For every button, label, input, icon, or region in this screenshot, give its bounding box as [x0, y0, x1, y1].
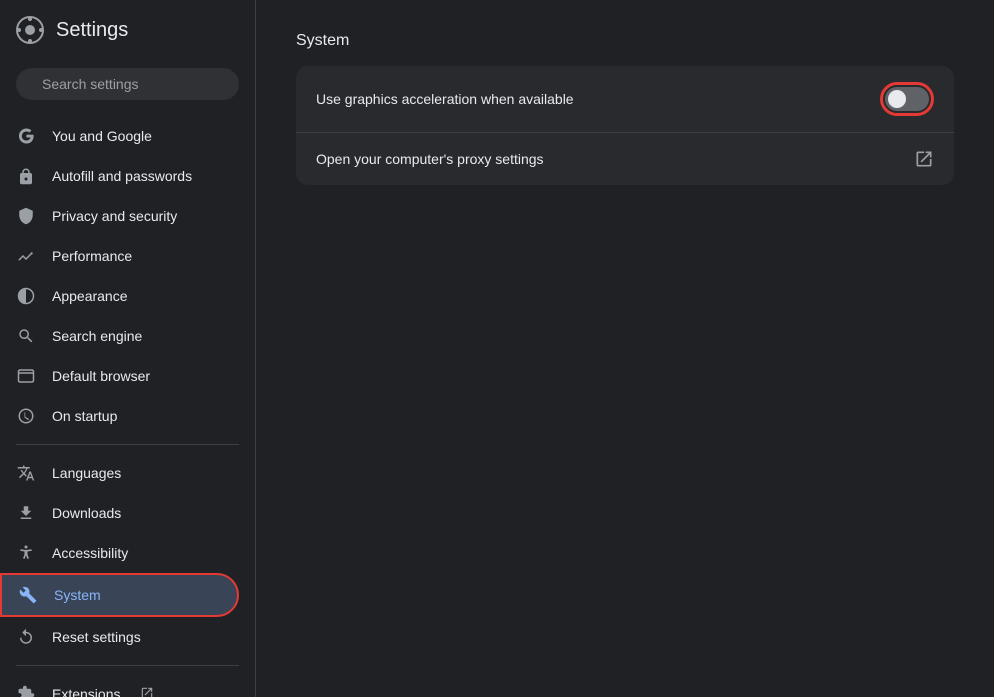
- sidebar-item-label: Extensions: [52, 686, 120, 697]
- sidebar-item-label: Search engine: [52, 328, 142, 344]
- default-browser-icon: [16, 366, 36, 386]
- search-bar-container: [0, 60, 255, 116]
- external-link-icon: [914, 149, 934, 169]
- languages-icon: [16, 463, 36, 483]
- sidebar-item-privacy[interactable]: Privacy and security: [0, 196, 239, 236]
- external-link-small-icon: [140, 686, 154, 697]
- settings-logo-icon: [16, 16, 44, 44]
- toggle-slider: [885, 87, 929, 111]
- sidebar-item-extensions[interactable]: Extensions: [0, 674, 239, 697]
- sidebar-item-performance[interactable]: Performance: [0, 236, 239, 276]
- google-icon: [16, 126, 36, 146]
- sidebar-item-languages[interactable]: Languages: [0, 453, 239, 493]
- graphics-acceleration-label: Use graphics acceleration when available: [316, 91, 574, 107]
- extensions-icon: [16, 684, 36, 697]
- sidebar-item-label: On startup: [52, 408, 117, 424]
- sidebar-item-label: Downloads: [52, 505, 121, 521]
- downloads-icon: [16, 503, 36, 523]
- startup-icon: [16, 406, 36, 426]
- nav-list: You and Google Autofill and passwords Pr…: [0, 116, 255, 697]
- sidebar-item-label: Appearance: [52, 288, 128, 304]
- nav-divider: [16, 444, 239, 445]
- sidebar-item-autofill[interactable]: Autofill and passwords: [0, 156, 239, 196]
- proxy-settings-row[interactable]: Open your computer's proxy settings: [296, 133, 954, 185]
- sidebar-item-search-engine[interactable]: Search engine: [0, 316, 239, 356]
- sidebar-item-label: You and Google: [52, 128, 152, 144]
- sidebar-item-you-and-google[interactable]: You and Google: [0, 116, 239, 156]
- shield-icon: [16, 206, 36, 226]
- sidebar-item-label: Privacy and security: [52, 208, 177, 224]
- section-title: System: [296, 32, 954, 50]
- sidebar-item-on-startup[interactable]: On startup: [0, 396, 239, 436]
- sidebar-header: Settings: [0, 0, 255, 60]
- sidebar-item-accessibility[interactable]: Accessibility: [0, 533, 239, 573]
- sidebar-item-appearance[interactable]: Appearance: [0, 276, 239, 316]
- search-input[interactable]: [42, 76, 223, 92]
- sidebar-item-label: Performance: [52, 248, 132, 264]
- sidebar-item-label: Accessibility: [52, 545, 128, 561]
- sidebar-item-label: Autofill and passwords: [52, 168, 192, 184]
- search-engine-icon: [16, 326, 36, 346]
- appearance-icon: [16, 286, 36, 306]
- graphics-acceleration-row: Use graphics acceleration when available: [296, 66, 954, 133]
- autofill-icon: [16, 166, 36, 186]
- nav-divider-2: [16, 665, 239, 666]
- main-content: System Use graphics acceleration when av…: [256, 0, 994, 697]
- sidebar-item-label: Default browser: [52, 368, 150, 384]
- sidebar-item-label: Languages: [52, 465, 121, 481]
- reset-icon: [16, 627, 36, 647]
- system-icon: [18, 585, 38, 605]
- sidebar-item-reset-settings[interactable]: Reset settings: [0, 617, 239, 657]
- settings-card: Use graphics acceleration when available…: [296, 66, 954, 185]
- accessibility-icon: [16, 543, 36, 563]
- sidebar: Settings You and Google Auto: [0, 0, 256, 697]
- graphics-acceleration-toggle[interactable]: [885, 87, 929, 111]
- sidebar-item-system[interactable]: System: [0, 573, 239, 617]
- sidebar-item-default-browser[interactable]: Default browser: [0, 356, 239, 396]
- sidebar-item-downloads[interactable]: Downloads: [0, 493, 239, 533]
- sidebar-item-label: Reset settings: [52, 629, 141, 645]
- sidebar-item-label: System: [54, 587, 101, 603]
- performance-icon: [16, 246, 36, 266]
- sidebar-title: Settings: [56, 19, 128, 42]
- proxy-settings-label: Open your computer's proxy settings: [316, 151, 544, 167]
- search-bar[interactable]: [16, 68, 239, 100]
